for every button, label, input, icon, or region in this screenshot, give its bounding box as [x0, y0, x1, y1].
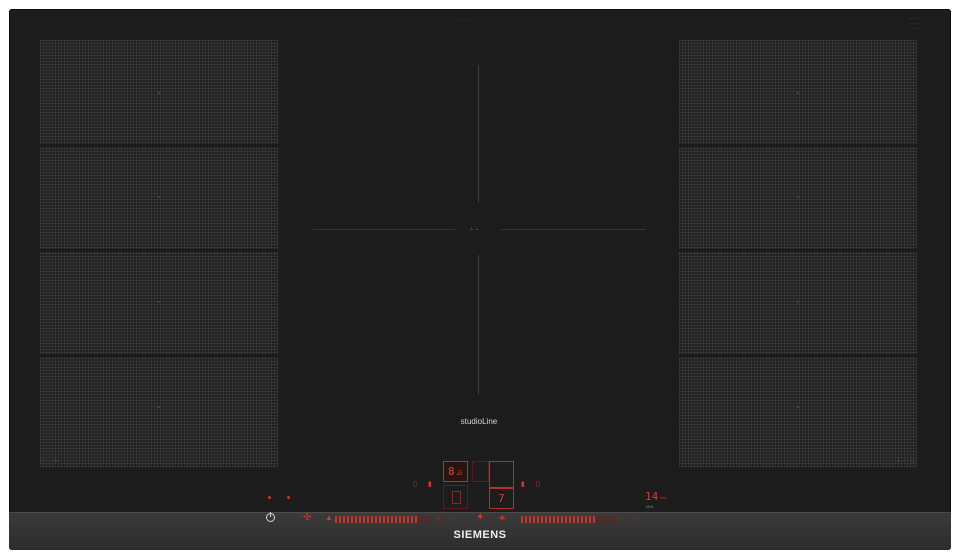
power-display-right[interactable]: 7	[489, 488, 514, 509]
heat-icon[interactable]: ◇	[449, 513, 455, 523]
zone-divider	[40, 249, 278, 252]
power-level-left-sub: 5	[459, 471, 463, 477]
zone-divider	[40, 354, 278, 357]
zone-marker-dot	[158, 301, 160, 303]
zone-marker-dot	[158, 92, 160, 94]
zone-selector-top[interactable]	[472, 461, 489, 482]
left-arrow-icon[interactable]: ▲	[325, 513, 333, 523]
series-label: studioLine	[460, 417, 498, 426]
left-flex-zone[interactable]	[40, 40, 278, 467]
timer-icon[interactable]: ◎	[613, 513, 620, 523]
center-zone-mark-bottom	[478, 255, 479, 395]
left-power-slider[interactable]	[335, 516, 429, 523]
center-zone-mark-right	[501, 229, 646, 230]
right-power-slider[interactable]	[521, 516, 615, 523]
zone-marker-dot	[158, 196, 160, 198]
zone-divider	[679, 354, 917, 357]
zone-selector-top-right[interactable]	[489, 461, 514, 488]
status-dot	[268, 496, 271, 499]
center-zone-mark-left	[313, 229, 455, 230]
lock-icon[interactable]: ⌂	[284, 514, 290, 524]
zone-marker-dot	[797, 92, 799, 94]
timer-sub-label: MIN	[646, 504, 654, 509]
right-zone-label: ⟂ ··· ▢	[897, 458, 915, 464]
corner-badge-line: ······	[911, 26, 920, 31]
zone-divider	[679, 144, 917, 147]
wifi-icon[interactable]: ≋	[631, 513, 638, 523]
center-zone-label: ⟂ ⟂	[470, 226, 479, 232]
zone-marker-dot	[158, 406, 160, 408]
center-zone-mark-top	[478, 65, 479, 203]
right-indicator-bar: ▮	[521, 481, 525, 488]
zone-marker-dot	[797, 301, 799, 303]
power-level-right: 7	[498, 492, 505, 505]
center-control-icon[interactable]: ✦	[476, 513, 484, 523]
status-dot-label: ··	[285, 503, 289, 509]
zone-marker-dot	[797, 406, 799, 408]
zone-divider	[40, 144, 278, 147]
left-indicator-bar: ▮	[428, 481, 432, 488]
zone-marker-dot	[797, 196, 799, 198]
top-center-marking: ·········	[457, 17, 475, 23]
right-indicator-box: ▯	[536, 481, 540, 488]
induction-cooktop: ········· ········ ········ ······ ⟂ ⟂ ▢…	[9, 9, 951, 550]
zone-selector-bottom-left[interactable]	[443, 485, 468, 509]
timer-unit: min	[660, 495, 667, 500]
brand-logo: SIEMENS	[453, 529, 507, 541]
left-zone-label: ▢ ··· ⟂	[40, 458, 58, 464]
right-flex-zone[interactable]	[679, 40, 917, 467]
timer-display[interactable]: 14	[645, 491, 658, 502]
power-icon[interactable]	[266, 512, 275, 522]
settings-icon[interactable]: ◆	[435, 513, 441, 523]
status-dot	[287, 496, 290, 499]
right-control-icon[interactable]: ◈	[499, 513, 505, 523]
segment-indicator	[452, 491, 461, 504]
zone-divider	[679, 249, 917, 252]
fan-icon[interactable]: ✢	[303, 513, 311, 523]
left-indicator-box: ▯	[413, 481, 417, 488]
power-display-left[interactable]: 8. 5	[443, 461, 468, 482]
corner-badge: ········ ········ ······	[909, 16, 920, 31]
